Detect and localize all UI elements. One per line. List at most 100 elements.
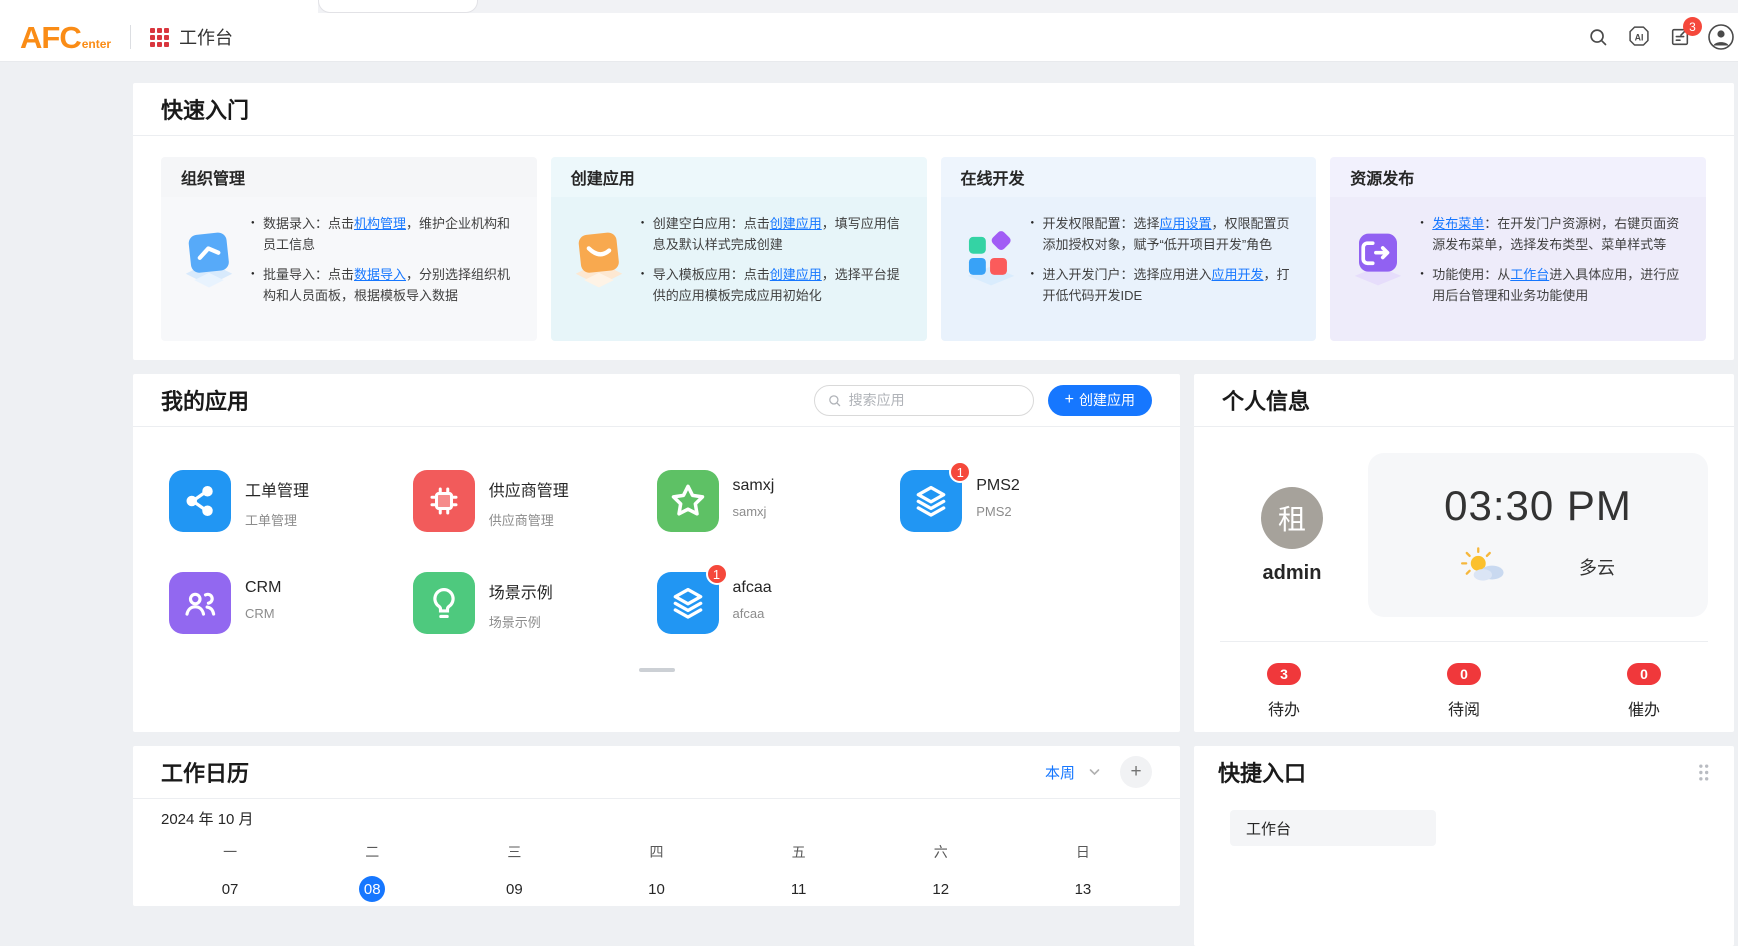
chevron-down-icon[interactable] (1089, 768, 1100, 776)
clock-weather-card: 03:30 PM 多云 (1368, 453, 1708, 617)
calendar-weekday: 五 (728, 835, 870, 865)
inline-link[interactable]: 工作台 (1510, 267, 1549, 282)
quick-entry-list: 工作台 (1194, 810, 1734, 846)
app-name: 场景示例 (489, 579, 553, 603)
calendar-date-selected[interactable]: 08 (301, 871, 443, 907)
workspace-title: 工作台 (179, 24, 233, 50)
stat-item[interactable]: 0 催办 (1554, 663, 1734, 720)
app-search-box[interactable] (814, 385, 1034, 416)
quick-entry-item[interactable]: 工作台 (1230, 810, 1436, 846)
personal-info-title: 个人信息 (1222, 384, 1310, 416)
stats-divider (1220, 641, 1708, 642)
publish-3d-icon (1340, 221, 1416, 297)
app-tile[interactable]: 1 afcaa afcaa (657, 572, 901, 634)
logo-text: AFC (20, 22, 81, 53)
calendar-weekday-row: 一二三四五六日 (159, 835, 1154, 865)
calendar-range-select[interactable]: 本周 (1045, 762, 1075, 783)
app-name: CRM (245, 579, 281, 597)
personal-info-section: 个人信息 租 admin 03:30 PM (1194, 374, 1734, 732)
calendar-date[interactable]: 12 (870, 871, 1012, 907)
app-tile[interactable]: CRM CRM (169, 572, 413, 634)
add-event-button[interactable]: + (1120, 756, 1152, 788)
ai-icon-label: AI (1635, 32, 1644, 42)
calendar-date[interactable]: 10 (585, 871, 727, 907)
work-calendar-section: 工作日历 本周 + 2024 年 10 月 一二三四五六日 0708091011… (133, 746, 1180, 906)
ai-assistant-icon[interactable]: AI (1626, 24, 1652, 50)
quick-start-bullet-list: 开发权限配置：选择应用设置，权限配置页添加授权对象，赋予“低开项目开发”角色进入… (1031, 213, 1303, 315)
create-app-button[interactable]: + 创建应用 (1048, 385, 1152, 416)
app-name: 供应商管理 (489, 477, 569, 501)
stat-count-badge: 0 (1447, 663, 1481, 685)
quick-start-title: 快速入门 (161, 93, 249, 125)
inline-link[interactable]: 发布菜单 (1432, 216, 1484, 231)
stat-count-badge: 0 (1627, 663, 1661, 685)
inline-link[interactable]: 创建应用 (770, 267, 822, 282)
afcenter-logo[interactable]: AFC enter (20, 22, 111, 53)
stat-item[interactable]: 0 待阅 (1374, 663, 1554, 720)
app-subtitle: PMS2 (976, 504, 1020, 519)
dev-3d-icon (951, 221, 1027, 297)
calendar-weekday: 一 (159, 835, 301, 865)
quick-start-card-title: 组织管理 (181, 165, 245, 189)
stat-label: 催办 (1554, 696, 1734, 720)
inline-link[interactable]: 数据导入 (354, 267, 406, 282)
avatar[interactable]: 租 (1261, 487, 1323, 549)
user-avatar-icon[interactable] (1708, 24, 1734, 50)
org-3d-icon (171, 221, 247, 297)
my-apps-title: 我的应用 (161, 384, 249, 416)
stat-item[interactable]: 3 待办 (1194, 663, 1374, 720)
app-subtitle: samxj (733, 504, 775, 519)
quick-start-bullet: 创建空白应用：点击创建应用，填写应用信息及默认样式完成创建 (641, 213, 909, 255)
workspace-grid-icon[interactable] (150, 28, 169, 47)
quick-start-bullet-list: 数据录入：点击机构管理，维护企业机构和员工信息批量导入：点击数据导入，分别选择组… (251, 213, 523, 315)
inline-link[interactable]: 应用设置 (1160, 216, 1212, 231)
calendar-date[interactable]: 09 (443, 871, 585, 907)
calendar-weekday: 三 (443, 835, 585, 865)
todo-memo-icon[interactable]: 3 (1669, 26, 1691, 48)
calendar-title: 工作日历 (161, 756, 249, 788)
plus-icon: + (1065, 392, 1074, 408)
app-notification-badge: 1 (949, 461, 971, 483)
my-apps-section: 我的应用 + 创建应用 工单管理 工单管理 供应商管理 供应商管理 (133, 374, 1180, 732)
app-header: AFC enter 工作台 AI 3 (0, 13, 1738, 62)
quick-start-bullet: 进入开发门户：选择应用进入应用开发，打开低代码开发IDE (1031, 264, 1299, 306)
calendar-date[interactable]: 13 (1012, 871, 1154, 907)
quick-start-card: 组织管理 数据录入：点击机构管理，维护企业机构和员工信息批量导入：点击数据导入，… (161, 157, 537, 341)
bulb-app-icon (413, 572, 475, 634)
stat-label: 待办 (1194, 696, 1374, 720)
calendar-weekday: 二 (301, 835, 443, 865)
quick-start-bullet-list: 创建空白应用：点击创建应用，填写应用信息及默认样式完成创建导入模板应用：点击创建… (641, 213, 913, 315)
layers-app-icon: 1 (900, 470, 962, 532)
app-tile[interactable]: samxj samxj (657, 470, 901, 532)
app-tile[interactable]: 工单管理 工单管理 (169, 470, 413, 532)
apps-pagination-indicator[interactable] (639, 668, 675, 672)
inline-link[interactable]: 应用开发 (1212, 267, 1264, 282)
quick-entry-title: 快捷入口 (1218, 756, 1306, 788)
inline-link[interactable]: 创建应用 (770, 216, 822, 231)
stat-count-badge: 3 (1267, 663, 1301, 685)
apps-grid: 工单管理 工单管理 供应商管理 供应商管理 samxj samxj 1 PMS2… (133, 427, 1180, 634)
app-tile[interactable]: 供应商管理 供应商管理 (413, 470, 657, 532)
app-tile[interactable]: 场景示例 场景示例 (413, 572, 657, 634)
quick-start-card: 资源发布 发布菜单：在开发门户资源树，右键页面资源发布菜单，选择发布类型、菜单样… (1330, 157, 1706, 341)
quick-start-bullet-list: 发布菜单：在开发门户资源树，右键页面资源发布菜单，选择发布类型、菜单样式等功能使… (1420, 213, 1692, 315)
app-name: 工单管理 (245, 477, 309, 501)
app-name: samxj (733, 477, 775, 495)
search-icon[interactable] (1587, 26, 1609, 48)
calendar-date[interactable]: 11 (728, 871, 870, 907)
personal-stats: 3 待办 0 待阅 0 催办 (1194, 663, 1734, 720)
calendar-date[interactable]: 07 (159, 871, 301, 907)
app-subtitle: 供应商管理 (489, 510, 569, 529)
section-divider (133, 135, 1734, 136)
app-tile[interactable]: 1 PMS2 PMS2 (900, 470, 1144, 532)
header-divider (130, 25, 131, 49)
app-search-input[interactable] (849, 392, 999, 408)
calendar-weekday: 日 (1012, 835, 1154, 865)
layers-app-icon: 1 (657, 572, 719, 634)
inline-link[interactable]: 机构管理 (354, 216, 406, 231)
header-actions: AI 3 (1587, 24, 1718, 50)
chip-app-icon (413, 470, 475, 532)
drag-handle-icon[interactable] (1697, 763, 1710, 782)
quick-start-card-title: 资源发布 (1350, 165, 1414, 189)
quick-start-card: 在线开发 开发权限配置：选择应用设置，权限配置页添加授权对象，赋予“低开项目开发… (941, 157, 1317, 341)
